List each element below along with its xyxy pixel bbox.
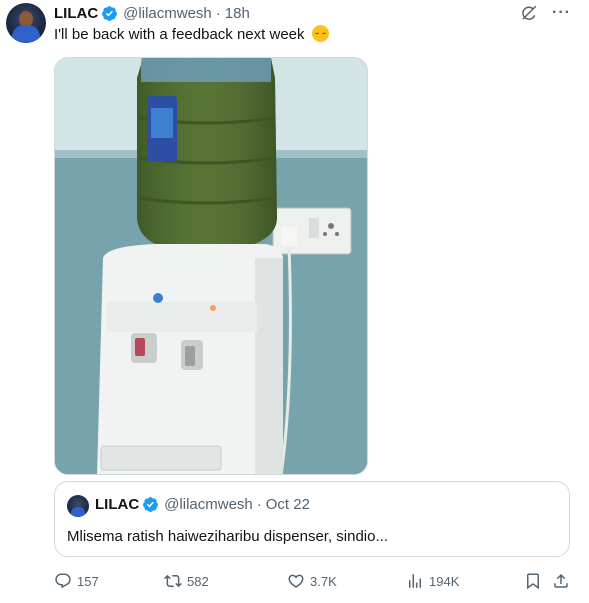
relieved-face-emoji-icon xyxy=(311,25,329,42)
view-count: 194K xyxy=(429,573,460,589)
quoted-tweet-header: LILAC @lilacmwesh · Oct 22 xyxy=(95,496,310,513)
tweet-action-bar: 157 582 3.7K 194K xyxy=(54,570,570,592)
bookmark-button[interactable] xyxy=(524,570,542,592)
views-button[interactable]: 194K xyxy=(406,570,459,592)
author-avatar[interactable] xyxy=(6,3,46,43)
separator-dot: · xyxy=(215,4,221,22)
reply-count: 157 xyxy=(77,573,99,589)
reply-icon xyxy=(55,573,71,589)
heart-icon xyxy=(288,574,304,588)
reply-button[interactable]: 157 xyxy=(54,570,99,592)
share-icon xyxy=(554,573,568,588)
tweet-header: LILAC @lilacmwesh · 18h xyxy=(54,3,250,23)
quoted-author-name: LILAC xyxy=(95,496,140,513)
author-name[interactable]: LILAC xyxy=(54,5,98,22)
quoted-tweet-date: Oct 22 xyxy=(265,496,310,513)
grok-icon[interactable] xyxy=(520,4,538,22)
quoted-tweet[interactable]: LILAC @lilacmwesh · Oct 22 Mlisema ratis… xyxy=(54,481,570,557)
separator-dot: · xyxy=(256,496,262,513)
tweet-top-actions: ··· xyxy=(520,4,571,22)
water-dispenser-photo xyxy=(55,58,367,474)
verified-badge-icon xyxy=(102,5,118,21)
repost-button[interactable]: 582 xyxy=(164,570,209,592)
more-options-icon[interactable]: ··· xyxy=(552,5,571,21)
share-button[interactable] xyxy=(552,570,570,592)
repost-count: 582 xyxy=(187,573,209,589)
quoted-author-handle: @lilacmwesh xyxy=(164,496,253,513)
tweet-timestamp[interactable]: 18h xyxy=(225,5,250,22)
tweet-body: I'll be back with a feedback next week xyxy=(54,26,305,43)
like-button[interactable]: 3.7K xyxy=(287,570,337,592)
author-handle[interactable]: @lilacmwesh xyxy=(123,5,212,22)
quoted-author-avatar xyxy=(67,495,89,517)
quoted-tweet-text: Mlisema ratish haiweziharibu dispenser, … xyxy=(67,528,388,545)
bookmark-icon xyxy=(527,573,539,590)
tweet-text: I'll be back with a feedback next week xyxy=(54,25,329,45)
analytics-icon xyxy=(409,574,421,588)
like-count: 3.7K xyxy=(310,573,337,589)
tweet-photo[interactable] xyxy=(54,57,368,475)
repost-icon xyxy=(164,574,182,588)
verified-badge-icon xyxy=(143,497,159,512)
